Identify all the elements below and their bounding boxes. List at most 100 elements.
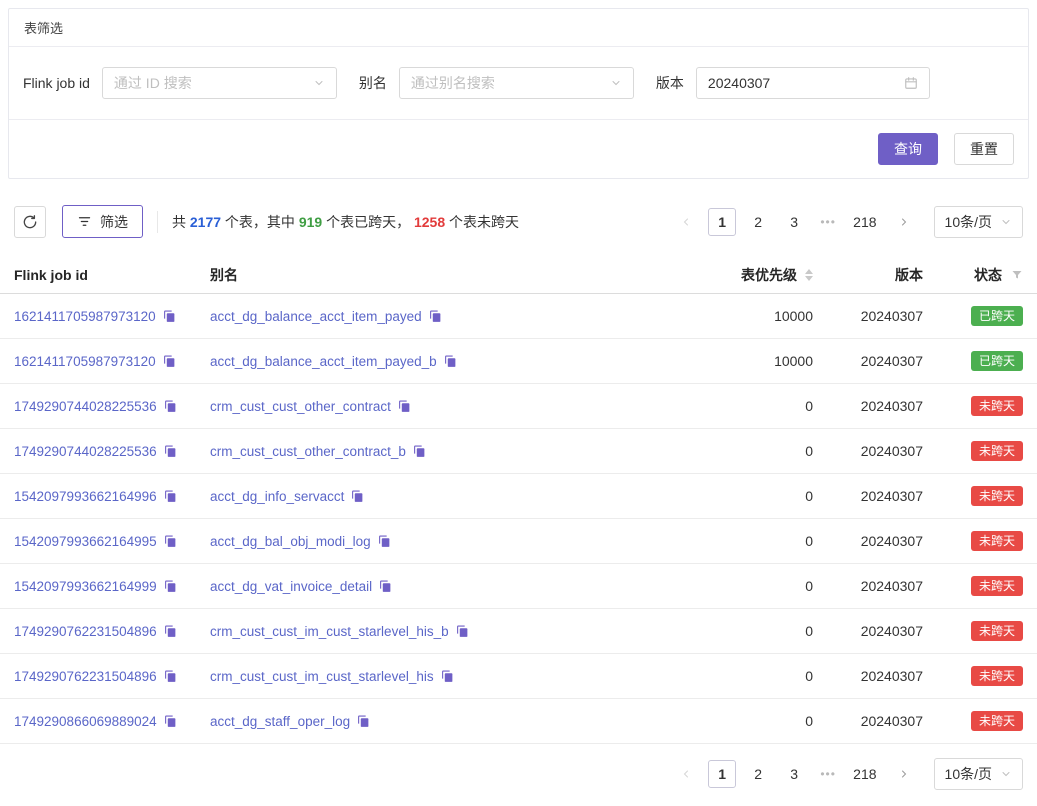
header-status-label: 状态 <box>974 265 1002 285</box>
flink-job-id-select[interactable]: 通过 ID 搜索 <box>102 67 337 99</box>
flink-job-id-link[interactable]: 1749290762231504896 <box>14 624 157 639</box>
version-value: 20240307 <box>861 713 923 729</box>
flink-job-id-link[interactable]: 1749290744028225536 <box>14 399 157 414</box>
header-alias: 别名 <box>210 265 683 285</box>
header-priority-label: 表优先级 <box>741 265 797 285</box>
priority-value: 0 <box>805 488 813 504</box>
alias-link[interactable]: crm_cust_cust_im_cust_starlevel_his_b <box>210 624 449 639</box>
table-header-row: Flink job id 别名 表优先级 版本 状态 <box>0 256 1037 294</box>
status-badge: 未跨天 <box>971 486 1023 506</box>
flink-job-id-link[interactable]: 1542097993662164995 <box>14 534 157 549</box>
alias-link[interactable]: acct_dg_bal_obj_modi_log <box>210 534 371 549</box>
copy-icon[interactable] <box>164 490 177 503</box>
flink-job-id-link[interactable]: 1749290866069889024 <box>14 714 157 729</box>
prev-page-button[interactable] <box>672 760 700 788</box>
priority-value: 0 <box>805 398 813 414</box>
page-button[interactable]: 2 <box>744 208 772 236</box>
status-badge: 未跨天 <box>971 396 1023 416</box>
funnel-filter-icon[interactable] <box>1011 269 1023 281</box>
alias-link[interactable]: crm_cust_cust_other_contract <box>210 399 391 414</box>
copy-icon[interactable] <box>163 355 176 368</box>
flink-job-id-link[interactable]: 1621411705987973120 <box>14 354 156 369</box>
alias-link[interactable]: acct_dg_vat_invoice_detail <box>210 579 372 594</box>
page-button[interactable]: 1 <box>708 760 736 788</box>
status-badge: 未跨天 <box>971 531 1023 551</box>
priority-value: 0 <box>805 623 813 639</box>
copy-icon[interactable] <box>441 670 454 683</box>
copy-icon[interactable] <box>413 445 426 458</box>
next-page-button[interactable] <box>890 760 918 788</box>
copy-icon[interactable] <box>164 670 177 683</box>
page-button[interactable]: 3 <box>780 208 808 236</box>
copy-icon[interactable] <box>164 535 177 548</box>
table-row: 1749290762231504896 crm_cust_cust_im_cus… <box>0 654 1037 699</box>
version-label: 版本 <box>656 73 684 93</box>
priority-value: 10000 <box>774 353 813 369</box>
copy-icon[interactable] <box>163 310 176 323</box>
copy-icon[interactable] <box>357 715 370 728</box>
results-table: Flink job id 别名 表优先级 版本 状态 1621411705987… <box>0 256 1037 744</box>
pagination-ellipsis[interactable]: ••• <box>816 767 840 781</box>
prev-page-button[interactable] <box>672 208 700 236</box>
page-button[interactable]: 218 <box>848 760 881 788</box>
version-date-input[interactable]: 20240307 <box>696 67 930 99</box>
alias-label: 别名 <box>359 73 387 93</box>
flink-job-id-label: Flink job id <box>23 75 90 91</box>
toolbar-right: 123 ••• 218 10条/页 <box>672 206 1023 238</box>
table-row: 1749290762231504896 crm_cust_cust_im_cus… <box>0 609 1037 654</box>
filter-toggle-label: 筛选 <box>100 212 128 232</box>
alias-link[interactable]: crm_cust_cust_im_cust_starlevel_his <box>210 669 434 684</box>
sort-icon[interactable] <box>805 269 813 281</box>
copy-icon[interactable] <box>398 400 411 413</box>
table-row: 1749290744028225536 crm_cust_cust_other_… <box>0 429 1037 474</box>
alias-link[interactable]: acct_dg_balance_acct_item_payed <box>210 309 422 324</box>
page-size-select[interactable]: 10条/页 <box>934 206 1023 238</box>
header-status: 状态 <box>923 265 1023 285</box>
copy-icon[interactable] <box>164 715 177 728</box>
copy-icon[interactable] <box>164 400 177 413</box>
table-row: 1749290744028225536 crm_cust_cust_other_… <box>0 384 1037 429</box>
alias-link[interactable]: acct_dg_staff_oper_log <box>210 714 350 729</box>
next-page-button[interactable] <box>890 208 918 236</box>
summary-mid1: 个表，其中 <box>221 214 299 230</box>
table-row: 1749290866069889024 acct_dg_staff_oper_l… <box>0 699 1037 744</box>
copy-icon[interactable] <box>164 625 177 638</box>
header-version: 版本 <box>813 265 923 285</box>
copy-icon[interactable] <box>351 490 364 503</box>
page-button[interactable]: 3 <box>780 760 808 788</box>
page-button[interactable]: 1 <box>708 208 736 236</box>
flink-job-id-link[interactable]: 1621411705987973120 <box>14 309 156 324</box>
copy-icon[interactable] <box>444 355 457 368</box>
page: 表筛选 Flink job id 通过 ID 搜索 别名 通过别名搜索 <box>0 8 1037 790</box>
version-value: 20240307 <box>861 443 923 459</box>
page-button[interactable]: 218 <box>848 208 881 236</box>
alias-link[interactable]: acct_dg_balance_acct_item_payed_b <box>210 354 437 369</box>
search-button[interactable]: 查询 <box>878 133 938 165</box>
reset-button[interactable]: 重置 <box>954 133 1014 165</box>
priority-value: 0 <box>805 713 813 729</box>
copy-icon[interactable] <box>164 445 177 458</box>
page-size-select[interactable]: 10条/页 <box>934 758 1023 790</box>
filter-toggle-button[interactable]: 筛选 <box>62 205 143 238</box>
filter-fields-row: Flink job id 通过 ID 搜索 别名 通过别名搜索 <box>9 47 1028 120</box>
flink-job-id-link[interactable]: 1749290744028225536 <box>14 444 157 459</box>
copy-icon[interactable] <box>429 310 442 323</box>
summary-mid2: 个表已跨天， <box>322 214 414 230</box>
pagination-ellipsis[interactable]: ••• <box>816 215 840 229</box>
copy-icon[interactable] <box>379 580 392 593</box>
header-flink-job-id: Flink job id <box>14 267 210 283</box>
flink-job-id-link[interactable]: 1749290762231504896 <box>14 669 157 684</box>
table-footer: 123 ••• 218 10条/页 <box>14 758 1023 790</box>
copy-icon[interactable] <box>456 625 469 638</box>
flink-job-id-link[interactable]: 1542097993662164999 <box>14 579 157 594</box>
copy-icon[interactable] <box>378 535 391 548</box>
status-badge: 已跨天 <box>971 351 1023 371</box>
alias-link[interactable]: acct_dg_info_servacct <box>210 489 344 504</box>
page-button[interactable]: 2 <box>744 760 772 788</box>
flink-job-id-link[interactable]: 1542097993662164996 <box>14 489 157 504</box>
version-value: 20240307 <box>861 353 923 369</box>
alias-link[interactable]: crm_cust_cust_other_contract_b <box>210 444 406 459</box>
alias-select[interactable]: 通过别名搜索 <box>399 67 634 99</box>
copy-icon[interactable] <box>164 580 177 593</box>
refresh-button[interactable] <box>14 206 46 238</box>
